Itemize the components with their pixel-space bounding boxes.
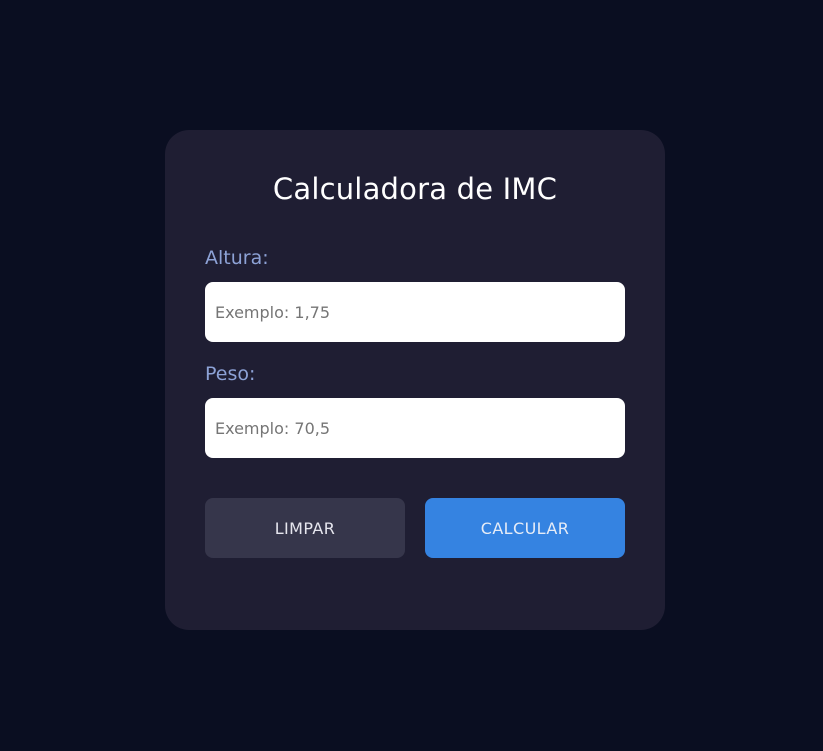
weight-input[interactable] [205, 398, 625, 458]
page-title: Calculadora de IMC [272, 172, 558, 206]
weight-label: Peso: [205, 363, 256, 385]
bmi-calculator-card: Calculadora de IMC Altura: Peso: LIMPAR … [165, 130, 665, 630]
height-input[interactable] [205, 282, 625, 342]
height-label: Altura: [205, 247, 269, 269]
calculate-button[interactable]: CALCULAR [425, 498, 625, 558]
clear-button[interactable]: LIMPAR [205, 498, 405, 558]
